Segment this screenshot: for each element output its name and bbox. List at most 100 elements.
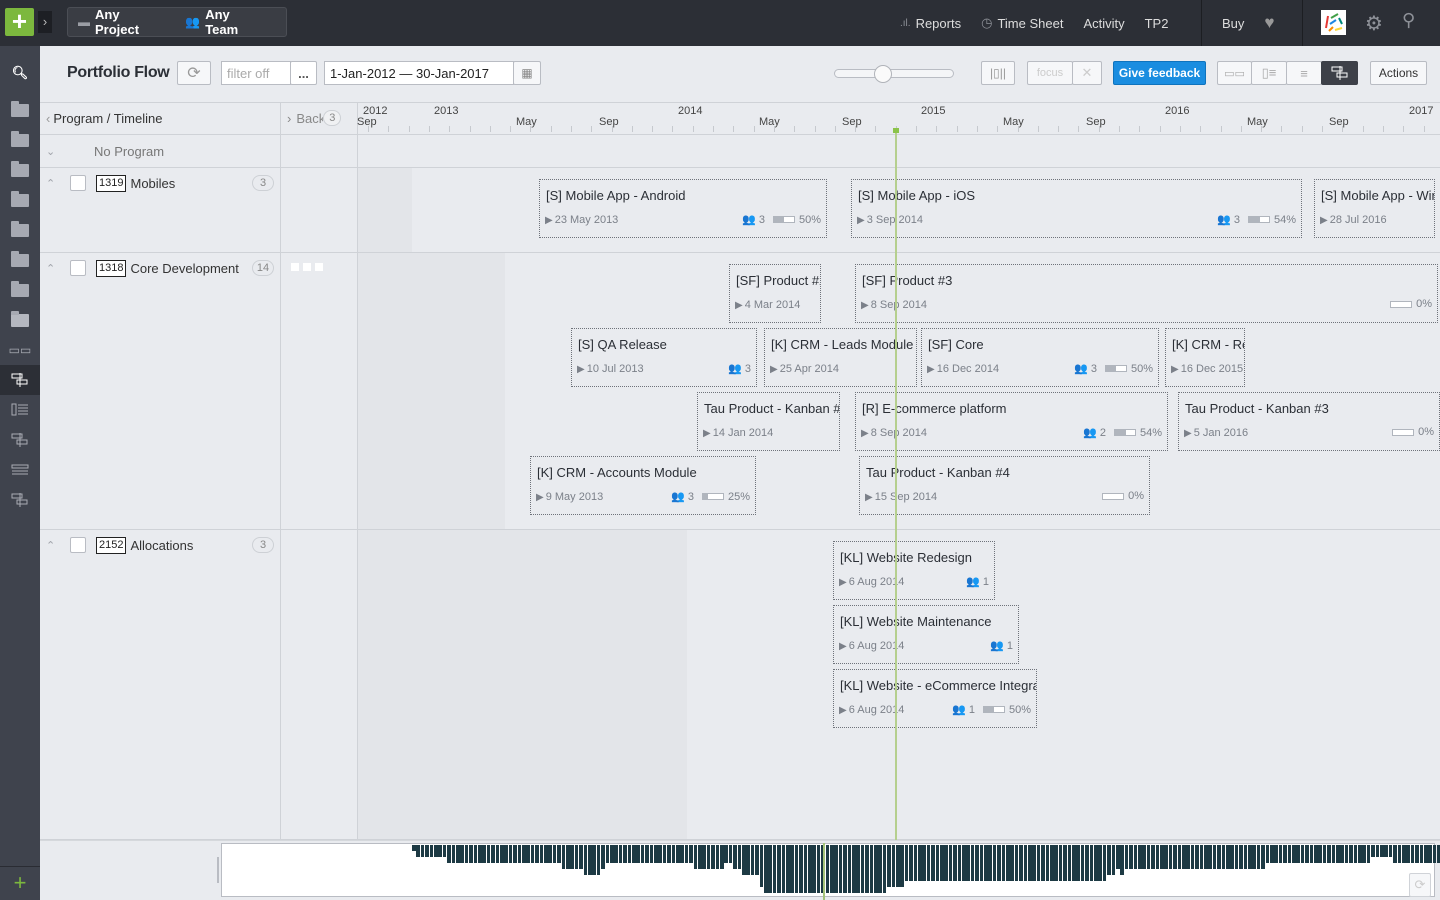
timeline-view-icon[interactable] [0,365,40,395]
expand-sidebar-button[interactable]: › [38,11,52,33]
minimap-left-handle[interactable] [217,857,219,883]
minimap-load-bar [755,845,759,875]
work-item-card[interactable]: [K] CRM - Accounts Module 9 May 2013 👥3 25% [530,456,756,515]
program-row-mobiles[interactable]: ⌃ 1319 Mobiles 3 [40,168,280,198]
give-feedback-button[interactable]: Give feedback [1113,61,1206,85]
add-button[interactable]: + [5,8,34,36]
work-item-card[interactable]: Tau Product - Kanban #4 15 Sep 2014 0% [859,456,1150,515]
scope-selector[interactable]: ▬ Any Project 👥 Any Team [67,7,287,37]
zoom-slider-handle[interactable] [874,65,892,83]
clear-focus-button[interactable]: ✕ [1072,61,1102,85]
filter-more-button[interactable]: ... [290,61,317,85]
project-scope[interactable]: ▬ Any Project [78,7,165,37]
actions-button[interactable]: Actions [1370,61,1427,85]
minimap-load-bar [1375,845,1380,857]
work-item-card[interactable]: [S] Mobile App - Android 23 May 2013 👥3 50% [539,179,827,238]
chevron-up-icon[interactable]: ⌃ [46,262,58,275]
minimap-load-bar [997,845,1001,881]
chevron-down-icon[interactable]: ⌄ [46,145,58,158]
nav-activity[interactable]: Activity [1083,16,1124,31]
progress-bar [1390,300,1413,308]
calendar-icon[interactable]: ▦ [513,61,541,85]
card-start-date: 25 Apr 2014 [770,363,839,375]
backlog-column-header[interactable]: › Backlog 3 [281,102,357,134]
program-checkbox[interactable] [70,537,86,553]
folder-icon[interactable] [0,185,40,215]
app-logo[interactable] [1321,10,1346,35]
board-view-button[interactable]: ▭▭ [1217,61,1252,85]
timeline-view-button[interactable] [1321,61,1358,85]
backlog-item[interactable] [315,263,323,271]
search-icon[interactable]: ⚲ [1402,10,1415,31]
folder-icon[interactable] [0,95,40,125]
work-item-card[interactable]: [K] CRM - Reports 16 Dec 2015 [1165,328,1245,387]
nav-time-sheet[interactable]: ◷ Time Sheet [981,15,1063,31]
program-row-core-development[interactable]: ⌃ 1318 Core Development 14 [40,253,280,283]
folder-icon[interactable] [0,245,40,275]
program-row-allocations[interactable]: ⌃ 2152 Allocations 3 [40,530,280,560]
details-view-button[interactable]: ▯≡ [1251,61,1287,85]
details-view-icon[interactable] [0,395,40,425]
work-item-card[interactable]: [KL] Website Redesign6 Aug 2014👥1 [833,541,995,600]
program-id-badge[interactable]: 1319 [96,174,127,192]
team-scope[interactable]: 👥 Any Team [185,7,266,37]
backlog-items[interactable] [291,263,323,271]
chevron-up-icon[interactable]: ⌃ [46,177,58,190]
program-checkbox[interactable] [70,175,86,191]
work-item-card[interactable]: [SF] Product #3 8 Sep 2014 0% [855,264,1438,323]
folder-icon[interactable] [0,155,40,185]
work-item-card[interactable]: [SF] Core 16 Dec 2014 👥3 50% [921,328,1159,387]
folder-icon[interactable] [0,125,40,155]
buy-link[interactable]: Buy [1222,16,1244,31]
columns-toggle-button[interactable]: |▯|| [981,61,1015,85]
timeline-tick [1099,126,1100,132]
minimap[interactable] [221,843,1440,897]
board-view-icon[interactable]: ▭▭ [0,335,40,365]
list-view-button[interactable]: ≡ [1286,61,1322,85]
heart-icon[interactable]: ♥ [1264,13,1274,33]
work-item-card[interactable]: Tau Product - Kanban #1 14 Jan 2014 [697,392,840,451]
minimap-refresh-button[interactable]: ⟳ [1409,873,1431,897]
nav-reports[interactable]: .ıl. Reports [900,16,961,31]
work-item-card[interactable]: [S] Mobile App - iOS 3 Sep 2014 👥3 54% [851,179,1302,238]
collapse-left-icon[interactable]: ‹ [46,111,50,126]
backlog-item[interactable] [291,263,299,271]
list-view-icon[interactable] [0,455,40,485]
work-item-card[interactable]: [SF] Product #2 4 Mar 2014 [729,264,821,323]
work-item-card[interactable]: [KL] Website Maintenance6 Aug 2014👥1 [833,605,1019,664]
focus-button[interactable]: focus [1027,61,1073,85]
program-row-no-program[interactable]: ⌄ No Program [40,135,280,167]
progress-bar [1392,428,1415,436]
backlog-item[interactable] [303,263,311,271]
filter-input[interactable]: filter off [221,61,291,85]
minimap-load-bar [1107,845,1111,875]
program-column-header[interactable]: ‹ Program / Timeline [40,102,280,134]
work-item-card[interactable]: [S] QA Release 10 Jul 2013 👥3 [571,328,757,387]
zoom-slider[interactable] [834,69,954,78]
minimap-load-bar [856,845,860,893]
date-range-input[interactable]: 1-Jan-2012 — 30-Jan-2017 [324,61,514,85]
folder-icon[interactable] [0,275,40,305]
card-start-date: 14 Jan 2014 [703,427,774,439]
chevron-up-icon[interactable]: ⌃ [46,539,58,552]
timeline-view-icon[interactable] [0,485,40,515]
folder-open-icon[interactable] [0,305,40,335]
program-id-badge[interactable]: 2152 [96,536,127,554]
card-title: Tau Product - Kanban #3 [1185,401,1329,416]
gear-icon[interactable]: ⚙ [1365,11,1383,36]
timeline-view-icon[interactable] [0,425,40,455]
divider [1302,0,1303,46]
work-item-card[interactable]: Tau Product - Kanban #3 5 Jan 2016 0% [1178,392,1440,451]
expand-right-icon[interactable]: › [287,111,291,126]
program-id-badge[interactable]: 1318 [96,259,127,277]
work-item-card[interactable]: [KL] Website - eCommerce Integration6 Au… [833,669,1037,728]
folder-icon[interactable] [0,215,40,245]
refresh-button[interactable]: ⟳ [177,61,211,85]
work-item-card[interactable]: [S] Mobile App - Windows 28 Jul 2016 [1314,179,1435,238]
nav-tp2[interactable]: TP2 [1145,16,1169,31]
program-checkbox[interactable] [70,260,86,276]
search-icon[interactable]: 🔍︎ [0,58,40,88]
minimap-load-bar [438,845,442,857]
add-view-button[interactable]: + [0,866,40,900]
work-item-card[interactable]: [R] E-commerce platform 8 Sep 2014 👥2 54% [855,392,1168,451]
